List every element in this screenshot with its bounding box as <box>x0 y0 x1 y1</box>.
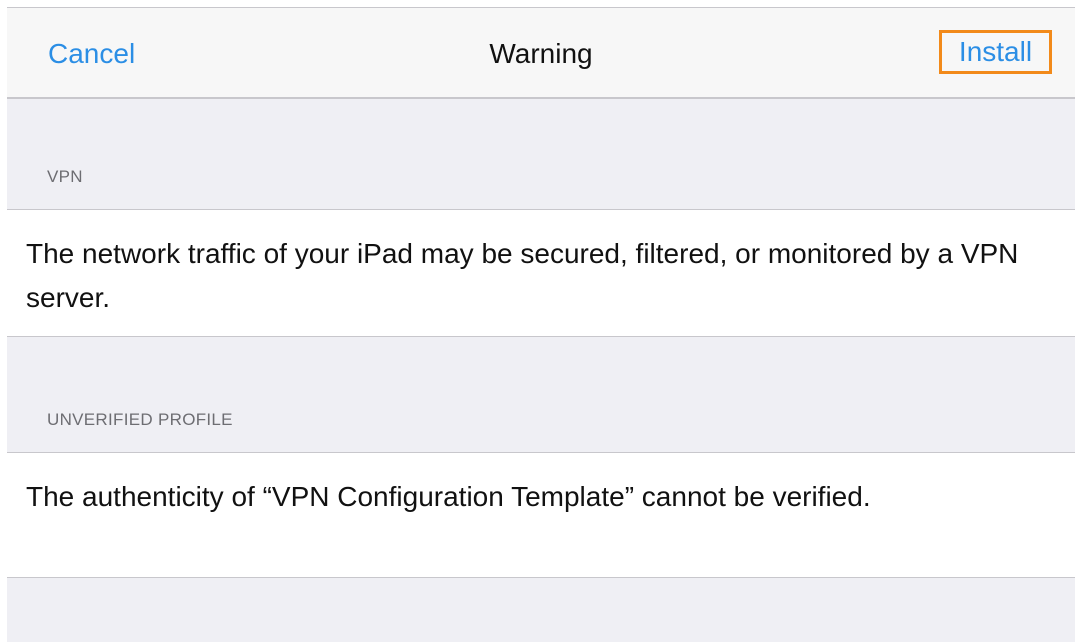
profile-warning-sheet: Cancel Warning Install VPN The network t… <box>7 7 1075 642</box>
vpn-warning-cell: The network traffic of your iPad may be … <box>7 209 1075 337</box>
section-header-vpn: VPN <box>47 167 83 186</box>
section-header-unverified-profile: UNVERIFIED PROFILE <box>47 410 233 429</box>
unverified-profile-text: The authenticity of “VPN Configuration T… <box>26 481 871 512</box>
page-title: Warning <box>489 38 593 69</box>
vpn-warning-text: The network traffic of your iPad may be … <box>26 238 1019 313</box>
install-button[interactable]: Install <box>939 30 1052 74</box>
unverified-profile-cell: The authenticity of “VPN Configuration T… <box>7 452 1075 578</box>
screen: Cancel Warning Install VPN The network t… <box>0 0 1075 642</box>
navigation-bar: Cancel Warning Install <box>7 8 1075 99</box>
